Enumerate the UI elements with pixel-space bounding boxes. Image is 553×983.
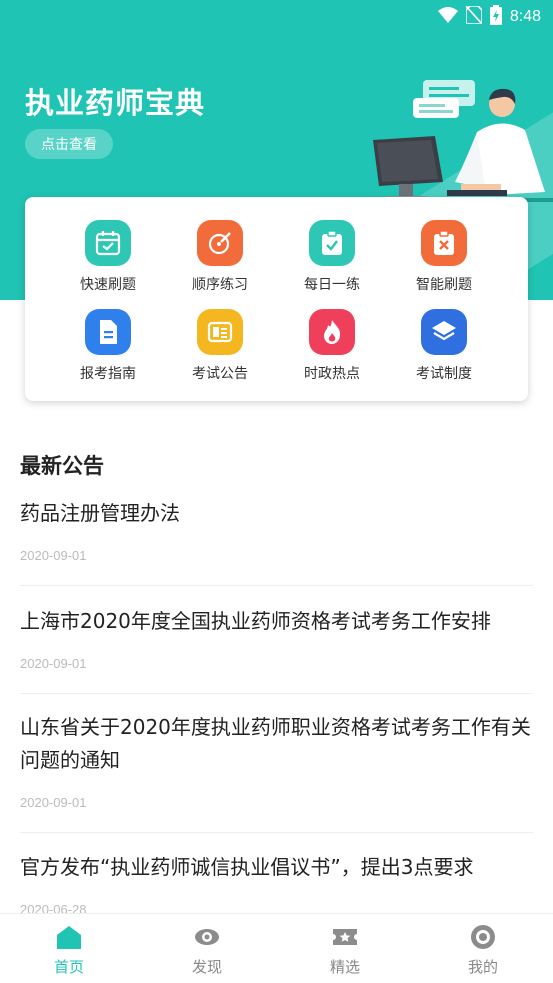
document-icon — [85, 309, 131, 355]
announcement-item[interactable]: 上海市2020年度全国执业药师资格考试考务工作安排 2020-09-01 — [20, 605, 533, 671]
view-details-button[interactable]: 点击查看 — [25, 129, 113, 159]
announcement-title: 上海市2020年度全国执业药师资格考试考务工作安排 — [20, 609, 491, 633]
person-at-computer-illustration — [365, 80, 553, 202]
divider — [20, 585, 533, 586]
profile-circle-icon — [470, 924, 496, 950]
app-screen: 8:48 执业药师宝典 点击查看 快速刷题 顺序练习 每日一练 智能刷题 报考指… — [0, 0, 553, 983]
feature-tile[interactable]: 时政热点 — [276, 309, 388, 399]
announcement-item[interactable]: 山东省关于2020年度执业药师职业资格考试考务工作有关问题的通知 2020-09… — [20, 711, 533, 810]
feature-label: 时政热点 — [304, 366, 360, 382]
announcement-date: 2020-09-01 — [20, 795, 87, 810]
notice-board-icon — [197, 309, 243, 355]
feature-label: 智能刷题 — [416, 277, 472, 293]
announcement-title: 药品注册管理办法 — [20, 501, 180, 525]
tab-label: 发现 — [191, 958, 222, 976]
feature-tile[interactable]: 顺序练习 — [164, 220, 276, 310]
divider — [20, 693, 533, 694]
feature-label: 每日一练 — [304, 277, 360, 293]
announcement-title: 官方发布“执业药师诚信执业倡议书”，提出3点要求 — [20, 855, 474, 879]
feature-label: 报考指南 — [80, 366, 136, 382]
feature-label: 考试公告 — [192, 366, 248, 382]
feature-tile[interactable]: 报考指南 — [52, 309, 164, 399]
tab-featured[interactable]: 精选 — [276, 914, 414, 983]
tab-home[interactable]: 首页 — [0, 914, 138, 983]
tab-discover[interactable]: 发现 — [138, 914, 276, 983]
feature-tile[interactable]: 考试制度 — [388, 309, 500, 399]
announcement-item[interactable]: 药品注册管理办法 2020-09-01 — [20, 497, 533, 563]
announcement-date: 2020-09-01 — [20, 656, 87, 671]
tab-label: 精选 — [329, 958, 360, 976]
announcement-title: 山东省关于2020年度执业药师职业资格考试考务工作有关问题的通知 — [20, 715, 531, 772]
tab-label: 我的 — [467, 958, 498, 976]
feature-grid-card: 快速刷题 顺序练习 每日一练 智能刷题报考指南 考试公告 时政热点 考试制度 — [25, 197, 528, 401]
calendar-check-icon — [85, 220, 131, 266]
feature-grid: 快速刷题 顺序练习 每日一练 智能刷题报考指南 考试公告 时政热点 考试制度 — [25, 197, 528, 401]
pen-edit-icon — [197, 220, 243, 266]
wifi-icon — [437, 7, 458, 27]
clipboard-check-icon — [309, 220, 355, 266]
feature-tile[interactable]: 每日一练 — [276, 220, 388, 310]
announcements-title: 最新公告 — [20, 454, 104, 478]
ticket-star-icon — [332, 924, 358, 950]
clipboard-x-icon — [421, 220, 467, 266]
feature-label: 考试制度 — [416, 366, 472, 382]
feature-tile[interactable]: 考试公告 — [164, 309, 276, 399]
feature-label: 顺序练习 — [192, 277, 248, 293]
battery-charging-icon — [489, 5, 502, 29]
divider — [20, 832, 533, 833]
announcement-item[interactable]: 官方发布“执业药师诚信执业倡议书”，提出3点要求 2020-06-28 — [20, 851, 533, 917]
announcement-date: 2020-09-01 — [20, 548, 87, 563]
tab-label: 首页 — [53, 958, 84, 976]
page-title: 执业药师宝典 — [25, 86, 206, 120]
feature-tile[interactable]: 智能刷题 — [388, 220, 500, 310]
bottom-tab-bar: 首页 发现 精选 我的 — [0, 913, 553, 983]
flame-icon — [309, 309, 355, 355]
layers-icon — [421, 309, 467, 355]
status-bar: 8:48 — [0, 0, 553, 30]
home-icon — [56, 924, 82, 950]
feature-label: 快速刷题 — [80, 277, 136, 293]
feature-tile[interactable]: 快速刷题 — [52, 220, 164, 310]
no-sim-icon — [465, 5, 483, 28]
tab-profile[interactable]: 我的 — [414, 914, 552, 983]
status-time: 8:48 — [509, 8, 541, 25]
eye-icon — [194, 924, 220, 950]
